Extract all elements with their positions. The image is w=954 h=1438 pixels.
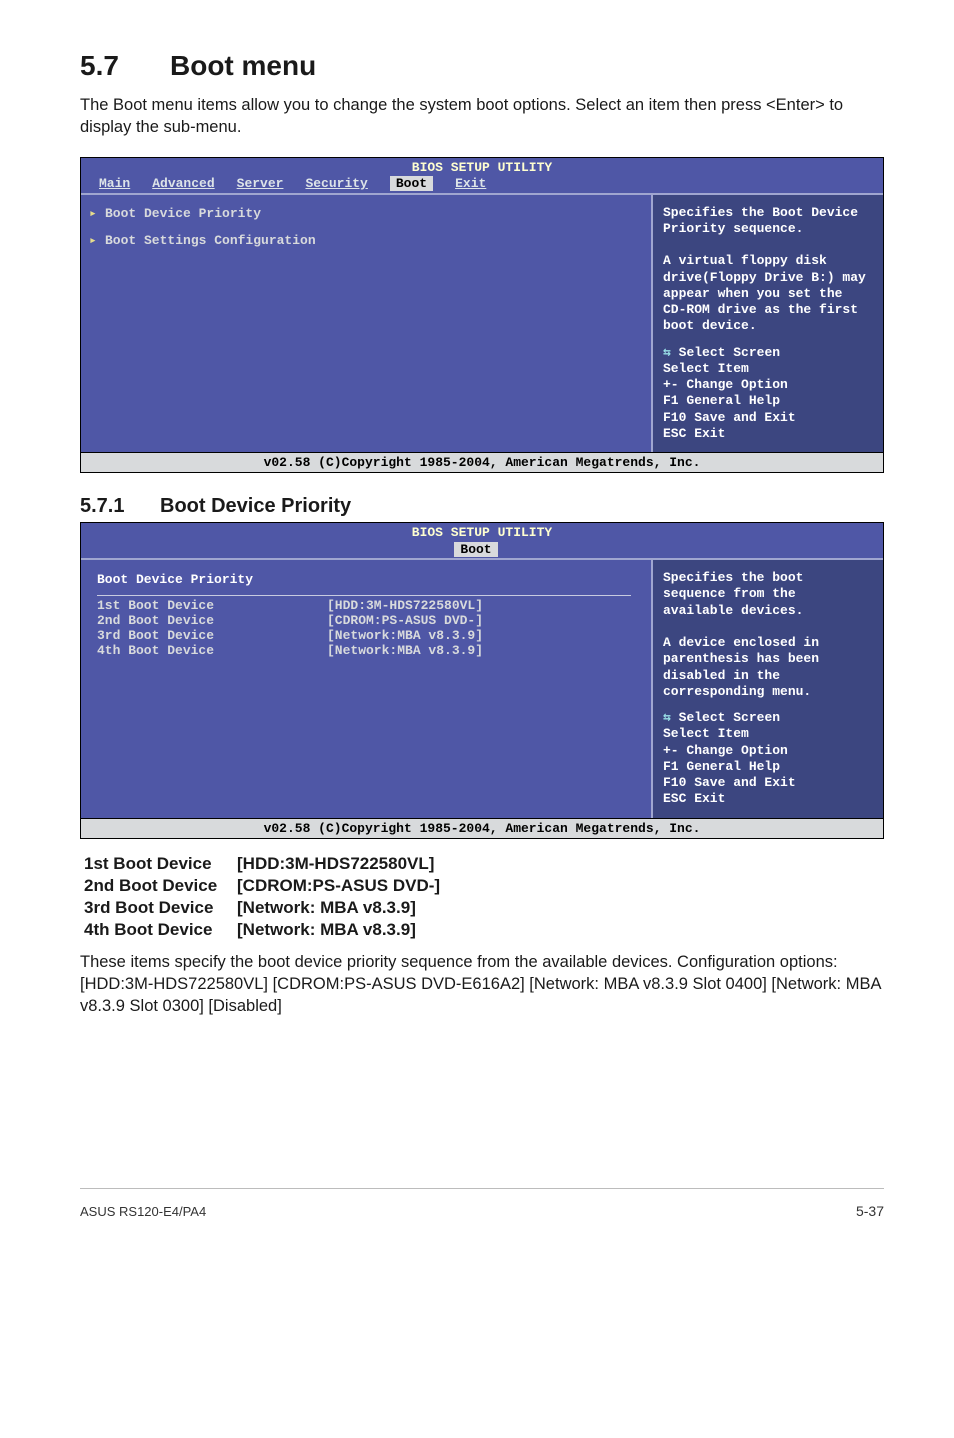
bios-tab-security[interactable]: Security bbox=[305, 176, 367, 191]
bios-row-value: [Network:MBA v8.3.9] bbox=[327, 628, 483, 643]
footer-product: ASUS RS120-E4/PA4 bbox=[80, 1204, 206, 1219]
page-footer: ASUS RS120-E4/PA4 5-37 bbox=[80, 1188, 884, 1219]
section-number: 5.7 bbox=[80, 50, 170, 82]
bios-help-text: Specifies the Boot Device Priority seque… bbox=[663, 205, 871, 335]
boot-line-value: [HDD:3M-HDS722580VL] bbox=[237, 854, 434, 873]
section-title: Boot menu bbox=[170, 50, 316, 81]
bios-key-hints: ⇆ Select Screen Select Item +- Change Op… bbox=[663, 710, 871, 808]
divider bbox=[97, 595, 631, 596]
bios-item-boot-device-priority[interactable]: ▸Boot Device Priority bbox=[89, 205, 639, 222]
boot-line-key: 2nd Boot Device bbox=[84, 875, 237, 897]
boot-device-list: 1st Boot Device[HDD:3M-HDS722580VL] 2nd … bbox=[84, 853, 884, 941]
boot-line-4: 4th Boot Device[Network: MBA v8.3.9] bbox=[84, 919, 884, 941]
bios-row-key: 1st Boot Device bbox=[97, 598, 327, 613]
boot-line-key: 1st Boot Device bbox=[84, 853, 237, 875]
boot-line-key: 3rd Boot Device bbox=[84, 897, 237, 919]
bios-row-key: 2nd Boot Device bbox=[97, 613, 327, 628]
bios-row-1st-boot[interactable]: 1st Boot Device [HDD:3M-HDS722580VL] bbox=[89, 598, 639, 613]
bios-screenshot-boot-priority: BIOS SETUP UTILITY Boot Boot Device Prio… bbox=[80, 522, 884, 839]
subsection-heading: 5.7.1Boot Device Priority bbox=[80, 495, 884, 518]
bios-screenshot-boot-menu: BIOS SETUP UTILITY Main Advanced Server … bbox=[80, 157, 884, 474]
bios-title: BIOS SETUP UTILITY bbox=[81, 523, 883, 540]
bios-body: Boot Device Priority 1st Boot Device [HD… bbox=[81, 558, 883, 818]
boot-line-1: 1st Boot Device[HDD:3M-HDS722580VL] bbox=[84, 853, 884, 875]
arrows-icon: ⇆ bbox=[663, 345, 679, 360]
bios-tab-main[interactable]: Main bbox=[99, 176, 130, 191]
subsection-number: 5.7.1 bbox=[80, 495, 160, 518]
bios-help-text: Specifies the boot sequence from the ava… bbox=[663, 570, 871, 700]
spacer bbox=[89, 222, 639, 232]
boot-line-2: 2nd Boot Device[CDROM:PS-ASUS DVD-] bbox=[84, 875, 884, 897]
bios-item-label: Boot Settings Configuration bbox=[105, 233, 316, 248]
bios-item-boot-settings-config[interactable]: ▸Boot Settings Configuration bbox=[89, 232, 639, 249]
intro-paragraph: The Boot menu items allow you to change … bbox=[80, 94, 884, 139]
bios-tab-exit[interactable]: Exit bbox=[455, 176, 486, 191]
boot-line-3: 3rd Boot Device[Network: MBA v8.3.9] bbox=[84, 897, 884, 919]
bios-key-hints: ⇆ Select Screen Select Item +- Change Op… bbox=[663, 345, 871, 443]
bios-help-pane: Specifies the boot sequence from the ava… bbox=[651, 560, 883, 818]
submenu-arrow-icon: ▸ bbox=[89, 206, 105, 221]
boot-line-key: 4th Boot Device bbox=[84, 919, 237, 941]
bios-row-value: [HDD:3M-HDS722580VL] bbox=[327, 598, 483, 613]
bios-body: ▸Boot Device Priority ▸Boot Settings Con… bbox=[81, 193, 883, 453]
bios-group-title: Boot Device Priority bbox=[89, 570, 639, 595]
key-hints-text: Select Screen Select Item +- Change Opti… bbox=[663, 710, 796, 806]
bios-row-2nd-boot[interactable]: 2nd Boot Device [CDROM:PS-ASUS DVD-] bbox=[89, 613, 639, 628]
footer-page-number: 5-37 bbox=[856, 1203, 884, 1219]
bios-main-pane: Boot Device Priority 1st Boot Device [HD… bbox=[81, 560, 651, 818]
bios-main-pane: ▸Boot Device Priority ▸Boot Settings Con… bbox=[81, 195, 651, 453]
bios-help-pane: Specifies the Boot Device Priority seque… bbox=[651, 195, 883, 453]
bios-tab-advanced[interactable]: Advanced bbox=[152, 176, 214, 191]
bios-tab-server[interactable]: Server bbox=[237, 176, 284, 191]
bios-row-key: 3rd Boot Device bbox=[97, 628, 327, 643]
bios-row-4th-boot[interactable]: 4th Boot Device [Network:MBA v8.3.9] bbox=[89, 643, 639, 658]
bios-copyright-footer: v02.58 (C)Copyright 1985-2004, American … bbox=[81, 452, 883, 472]
submenu-arrow-icon: ▸ bbox=[89, 233, 105, 248]
bios-row-key: 4th Boot Device bbox=[97, 643, 327, 658]
bios-row-value: [CDROM:PS-ASUS DVD-] bbox=[327, 613, 483, 628]
boot-line-value: [CDROM:PS-ASUS DVD-] bbox=[237, 876, 440, 895]
bios-tab-boot-active[interactable]: Boot bbox=[390, 176, 433, 191]
arrows-icon: ⇆ bbox=[663, 710, 679, 725]
bios-row-value: [Network:MBA v8.3.9] bbox=[327, 643, 483, 658]
key-hints-text: Select Screen Select Item +- Change Opti… bbox=[663, 345, 796, 441]
bios-tab-boot-active[interactable]: Boot bbox=[454, 542, 497, 557]
subsection-title: Boot Device Priority bbox=[160, 495, 351, 517]
boot-line-value: [Network: MBA v8.3.9] bbox=[237, 920, 416, 939]
bios-row-3rd-boot[interactable]: 3rd Boot Device [Network:MBA v8.3.9] bbox=[89, 628, 639, 643]
bios-item-label: Boot Device Priority bbox=[105, 206, 261, 221]
description-paragraph: These items specify the boot device prio… bbox=[80, 951, 884, 1018]
bios-menubar: Main Advanced Server Security Boot Exit bbox=[81, 175, 883, 193]
boot-line-value: [Network: MBA v8.3.9] bbox=[237, 898, 416, 917]
bios-copyright-footer: v02.58 (C)Copyright 1985-2004, American … bbox=[81, 818, 883, 838]
bios-menubar: Boot bbox=[81, 540, 883, 558]
bios-title: BIOS SETUP UTILITY bbox=[81, 158, 883, 175]
section-heading: 5.7Boot menu bbox=[80, 50, 884, 82]
